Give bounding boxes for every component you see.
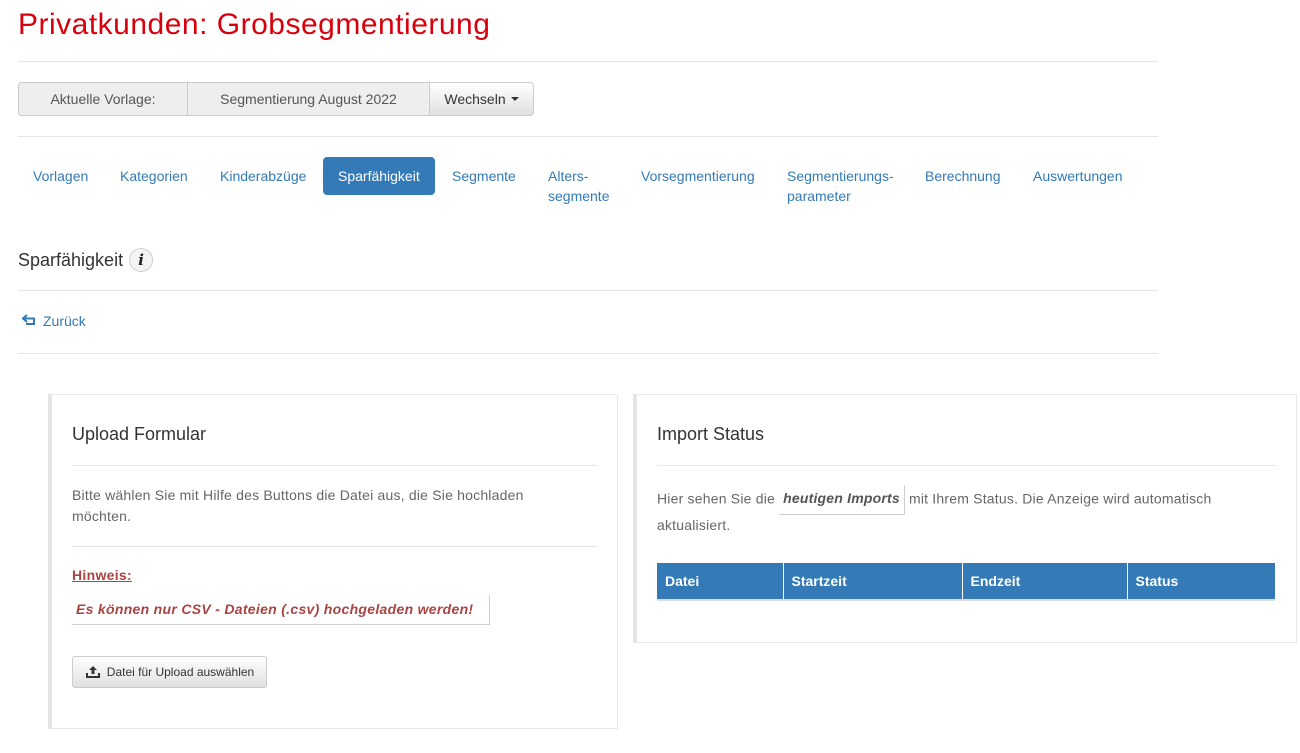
divider bbox=[657, 465, 1276, 466]
csv-only-warning: Es können nur CSV - Dateien (.csv) hochg… bbox=[72, 595, 490, 625]
switch-template-button[interactable]: Wechseln bbox=[430, 82, 534, 116]
page-title: Privatkunden: Grobsegmentierung bbox=[18, 8, 491, 41]
tab-label: Segmente bbox=[452, 168, 516, 184]
tab-vorlagen[interactable]: Vorlagen bbox=[18, 157, 103, 195]
tab-kategorien[interactable]: Kategorien bbox=[105, 157, 203, 195]
divider bbox=[18, 61, 1158, 62]
tab-label: Sparfähigkeit bbox=[338, 168, 420, 184]
upload-instruction: Bitte wählen Sie mit Hilfe des Buttons d… bbox=[72, 487, 524, 524]
divider bbox=[18, 353, 1158, 354]
select-upload-file-button[interactable]: Datei für Upload auswählen bbox=[72, 656, 267, 688]
divider bbox=[18, 136, 1158, 137]
import-status-text-before: Hier sehen Sie die bbox=[657, 490, 775, 507]
tab-label: Auswertungen bbox=[1033, 168, 1123, 184]
caret-down-icon bbox=[510, 97, 519, 101]
import-status-title: Import Status bbox=[657, 424, 765, 444]
tab-segmentierungsparameter[interactable]: Segmentierungs- parameter bbox=[772, 157, 909, 215]
todays-imports-highlight: heutigen Imports bbox=[779, 485, 905, 515]
switch-template-label: Wechseln bbox=[444, 91, 506, 107]
template-value: Segmentierung August 2022 bbox=[188, 82, 430, 116]
tab-label: Berechnung bbox=[925, 168, 1001, 184]
tab-label: Vorlagen bbox=[33, 168, 89, 184]
tab-segmente[interactable]: Segmente bbox=[437, 157, 531, 195]
tab-label: Kategorien bbox=[120, 168, 188, 184]
upload-icon bbox=[85, 665, 101, 679]
upload-panel-title: Upload Formular bbox=[72, 424, 207, 444]
section-title-text: Sparfähigkeit bbox=[18, 249, 124, 270]
tab-berechnung[interactable]: Berechnung bbox=[910, 157, 1016, 195]
upload-panel: Upload Formular Bitte wählen Sie mit Hil… bbox=[48, 394, 618, 729]
note-label: Hinweis: bbox=[72, 567, 132, 583]
import-status-description: Hier sehen Sie die heutigen Imports mit … bbox=[657, 485, 1267, 536]
tab-alterssegmente[interactable]: Alters- segmente bbox=[533, 157, 624, 215]
column-header-status[interactable]: Status bbox=[1127, 563, 1275, 600]
divider bbox=[72, 465, 597, 466]
tab-label: Segmentierungs- parameter bbox=[787, 168, 894, 204]
import-status-table: Datei Startzeit Endzeit Status bbox=[657, 563, 1275, 601]
back-label: Zurück bbox=[43, 313, 86, 329]
column-header-endzeit[interactable]: Endzeit bbox=[962, 563, 1128, 600]
template-label: Aktuelle Vorlage: bbox=[18, 82, 188, 116]
tab-auswertungen[interactable]: Auswertungen bbox=[1018, 157, 1138, 195]
table-header-row: Datei Startzeit Endzeit Status bbox=[657, 563, 1275, 600]
divider bbox=[18, 290, 1158, 291]
back-link[interactable]: Zurück bbox=[21, 313, 86, 329]
return-arrow-icon bbox=[21, 313, 37, 329]
column-header-datei[interactable]: Datei bbox=[657, 563, 784, 600]
tab-label: Alters- segmente bbox=[548, 168, 610, 204]
template-selector: Aktuelle Vorlage: Segmentierung August 2… bbox=[18, 82, 534, 116]
tab-sparfaehigkeit[interactable]: Sparfähigkeit bbox=[323, 157, 435, 195]
column-header-startzeit[interactable]: Startzeit bbox=[783, 563, 963, 600]
tab-label: Kinderabzüge bbox=[220, 168, 307, 184]
info-icon[interactable]: i bbox=[129, 248, 154, 272]
tab-vorsegmentierung[interactable]: Vorsegmentierung bbox=[626, 157, 770, 195]
tab-label: Vorsegmentierung bbox=[641, 168, 755, 184]
section-title: Sparfähigkeit i bbox=[18, 248, 154, 272]
select-upload-file-label: Datei für Upload auswählen bbox=[106, 665, 255, 679]
import-status-panel: Import Status Hier sehen Sie die heutige… bbox=[633, 394, 1297, 643]
divider bbox=[72, 546, 597, 547]
tab-kinderabzuege[interactable]: Kinderabzüge bbox=[205, 157, 321, 195]
